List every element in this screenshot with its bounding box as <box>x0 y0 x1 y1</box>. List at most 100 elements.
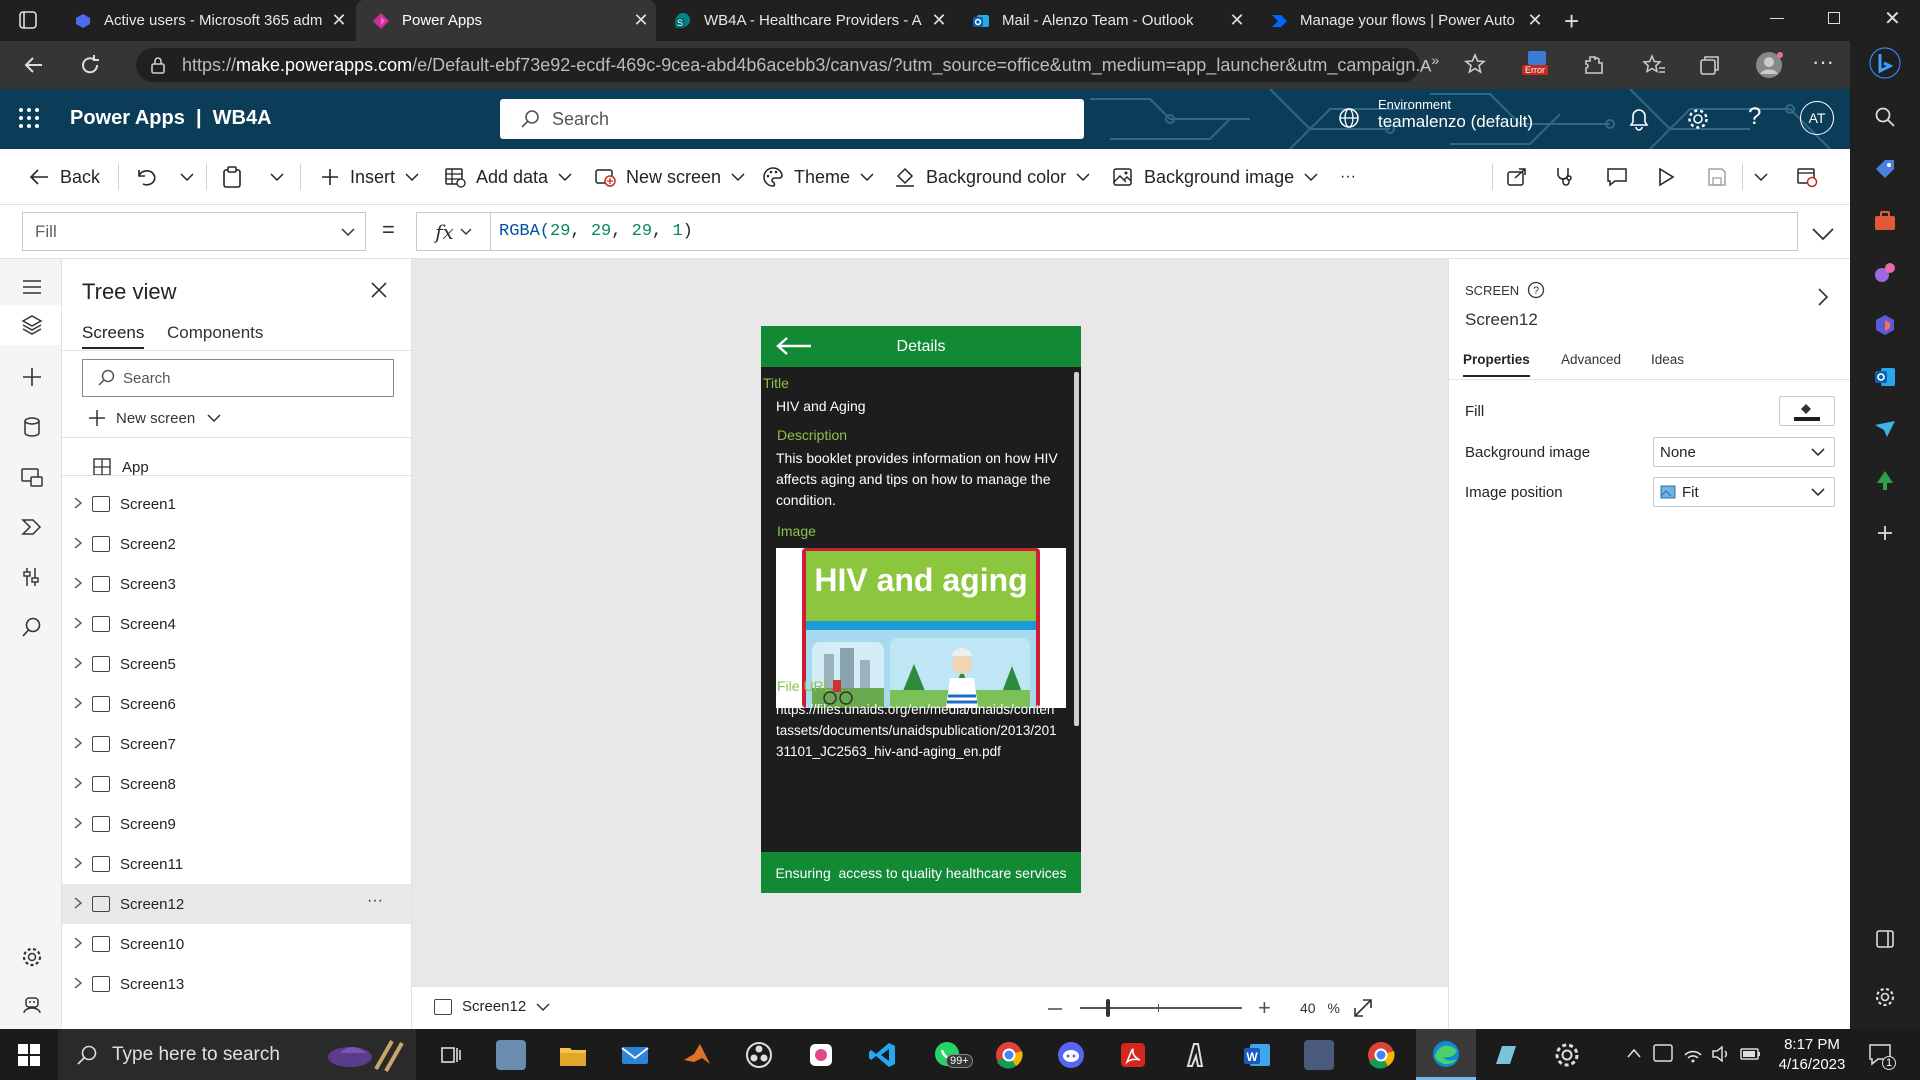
close-tab-icon[interactable]: ✕ <box>1222 10 1252 31</box>
tab-ideas[interactable]: Ideas <box>1651 352 1684 367</box>
expand-chevron-icon[interactable] <box>62 936 92 952</box>
screen-selector[interactable]: Screen12 <box>434 998 550 1015</box>
zoom-slider-thumb[interactable] <box>1106 999 1110 1017</box>
battery-icon[interactable] <box>1740 1045 1762 1063</box>
insert-button[interactable]: Insert <box>320 149 429 205</box>
expand-chevron-icon[interactable] <box>62 576 92 592</box>
vscode-icon[interactable] <box>868 1040 898 1070</box>
fill-color-picker[interactable] <box>1779 396 1835 426</box>
tab-components[interactable]: Components <box>167 323 263 343</box>
app-launcher-icon[interactable] <box>18 107 40 129</box>
expand-chevron-icon[interactable] <box>62 816 92 832</box>
app-icon[interactable] <box>1490 1040 1520 1070</box>
shopping-tag-icon[interactable] <box>1873 157 1897 181</box>
preview-play-button[interactable] <box>1656 149 1686 205</box>
bing-copilot-icon[interactable] <box>1869 47 1901 79</box>
media-icon[interactable] <box>20 465 44 489</box>
header-search-input[interactable]: Search <box>500 99 1084 139</box>
close-tab-icon[interactable]: ✕ <box>1520 10 1550 31</box>
extensions-icon[interactable] <box>1582 53 1606 77</box>
file-explorer-icon[interactable] <box>558 1040 588 1070</box>
obs-icon[interactable] <box>744 1040 774 1070</box>
collections-icon[interactable] <box>1698 53 1722 77</box>
expand-chevron-icon[interactable] <box>62 856 92 872</box>
fit-to-window-icon[interactable] <box>1352 997 1374 1019</box>
data-cylinder-icon[interactable] <box>20 415 44 439</box>
fx-button[interactable]: fx <box>417 213 491 250</box>
theme-button[interactable]: Theme <box>762 149 884 205</box>
search-icon[interactable] <box>1873 105 1897 129</box>
tree-icon[interactable] <box>1873 469 1897 493</box>
hamburger-menu-icon[interactable] <box>20 275 44 299</box>
image-position-dropdown[interactable]: Fit <box>1653 477 1835 507</box>
background-image-dropdown[interactable]: None <box>1653 437 1835 467</box>
tree-search-input[interactable]: Search <box>82 359 394 397</box>
help-icon[interactable]: ? <box>1748 103 1761 131</box>
tree-item-screen[interactable]: Screen11 <box>62 844 411 884</box>
insert-plus-icon[interactable] <box>20 365 44 389</box>
browser-tab[interactable]: Mail - Alenzo Team - Outlook ✕ <box>956 0 1252 41</box>
formula-input[interactable]: fx RGBA(29, 29, 29, 1) <box>416 212 1798 251</box>
restore-button[interactable] <box>1828 12 1840 24</box>
expand-chevron-icon[interactable] <box>62 536 92 552</box>
tree-item-screen[interactable]: Screen3 <box>62 564 411 604</box>
virtual-agent-icon[interactable] <box>20 993 44 1017</box>
zoom-in-button[interactable]: + <box>1258 995 1271 1021</box>
background-image-button[interactable]: Background image <box>1112 149 1328 205</box>
tab-actions-icon[interactable] <box>18 10 38 30</box>
chrome-icon[interactable] <box>994 1040 1024 1070</box>
notifications-bell-icon[interactable] <box>1628 107 1650 131</box>
user-avatar[interactable]: AT <box>1800 101 1834 135</box>
more-commands-button[interactable]: ··· <box>1340 149 1356 205</box>
tree-view-layers-icon[interactable] <box>20 313 44 337</box>
new-screen-tree-button[interactable]: New screen <box>88 405 221 431</box>
back-button[interactable]: Back <box>28 149 100 205</box>
microsoft-365-icon[interactable] <box>1873 313 1897 337</box>
advanced-tools-icon[interactable] <box>20 565 44 589</box>
favorites-icon[interactable] <box>1642 53 1666 77</box>
zoom-out-button[interactable] <box>1048 1008 1062 1010</box>
settings-rail-icon[interactable] <box>20 945 44 969</box>
edge-taskbar-active[interactable] <box>1416 1029 1476 1080</box>
tree-item-screen[interactable]: Screen12 ··· <box>62 884 411 924</box>
vertical-scrollbar[interactable] <box>1074 372 1079 726</box>
mail-icon[interactable] <box>620 1040 650 1070</box>
expand-chevron-icon[interactable] <box>62 616 92 632</box>
add-data-button[interactable]: Add data <box>444 149 582 205</box>
notification-center-icon[interactable]: 1 <box>1868 1042 1897 1070</box>
save-button[interactable] <box>1706 149 1738 205</box>
tree-item-screen[interactable]: Screen1 <box>62 484 411 524</box>
tree-item-screen[interactable]: Screen13 <box>62 964 411 1004</box>
whatsapp-icon[interactable]: 99+ <box>932 1040 973 1070</box>
add-sidebar-app-icon[interactable] <box>1873 521 1897 545</box>
close-panel-icon[interactable] <box>370 281 388 299</box>
close-tab-icon[interactable]: ✕ <box>324 10 354 31</box>
control-name[interactable]: Screen12 <box>1465 310 1538 330</box>
refresh-icon[interactable] <box>78 53 102 77</box>
minimize-button[interactable] <box>1770 18 1784 19</box>
search-rail-icon[interactable] <box>20 615 44 639</box>
app-icon[interactable] <box>496 1040 526 1070</box>
paste-button[interactable] <box>222 149 252 205</box>
expand-chevron-icon[interactable] <box>62 696 92 712</box>
browser-tab[interactable]: Active users - Microsoft 365 adm ✕ <box>58 0 354 41</box>
url-field[interactable]: https://make.powerapps.com/e/Default-ebf… <box>136 48 1420 82</box>
undo-menu-chevron[interactable] <box>180 149 204 205</box>
tree-item-screen[interactable]: Screen4 <box>62 604 411 644</box>
read-aloud-icon[interactable]: A» <box>1420 53 1439 77</box>
tree-item-screen[interactable]: Screen7 <box>62 724 411 764</box>
tree-item-screen[interactable]: Screen5 <box>62 644 411 684</box>
task-view-icon[interactable] <box>436 1040 466 1070</box>
browser-tab[interactable]: Manage your flows | Power Auto ✕ <box>1254 0 1550 41</box>
wifi-icon[interactable] <box>1682 1043 1704 1065</box>
tree-item-screen[interactable]: Screen6 <box>62 684 411 724</box>
volume-icon[interactable] <box>1710 1043 1732 1065</box>
expand-chevron-icon[interactable] <box>62 736 92 752</box>
app-checker-button[interactable] <box>1554 149 1586 205</box>
expand-chevron-icon[interactable] <box>62 976 92 992</box>
save-menu-chevron[interactable] <box>1754 149 1778 205</box>
app-icon[interactable] <box>806 1040 836 1070</box>
new-screen-button[interactable]: New screen <box>594 149 755 205</box>
expand-chevron-icon[interactable] <box>62 776 92 792</box>
expand-chevron-icon[interactable] <box>62 896 92 912</box>
